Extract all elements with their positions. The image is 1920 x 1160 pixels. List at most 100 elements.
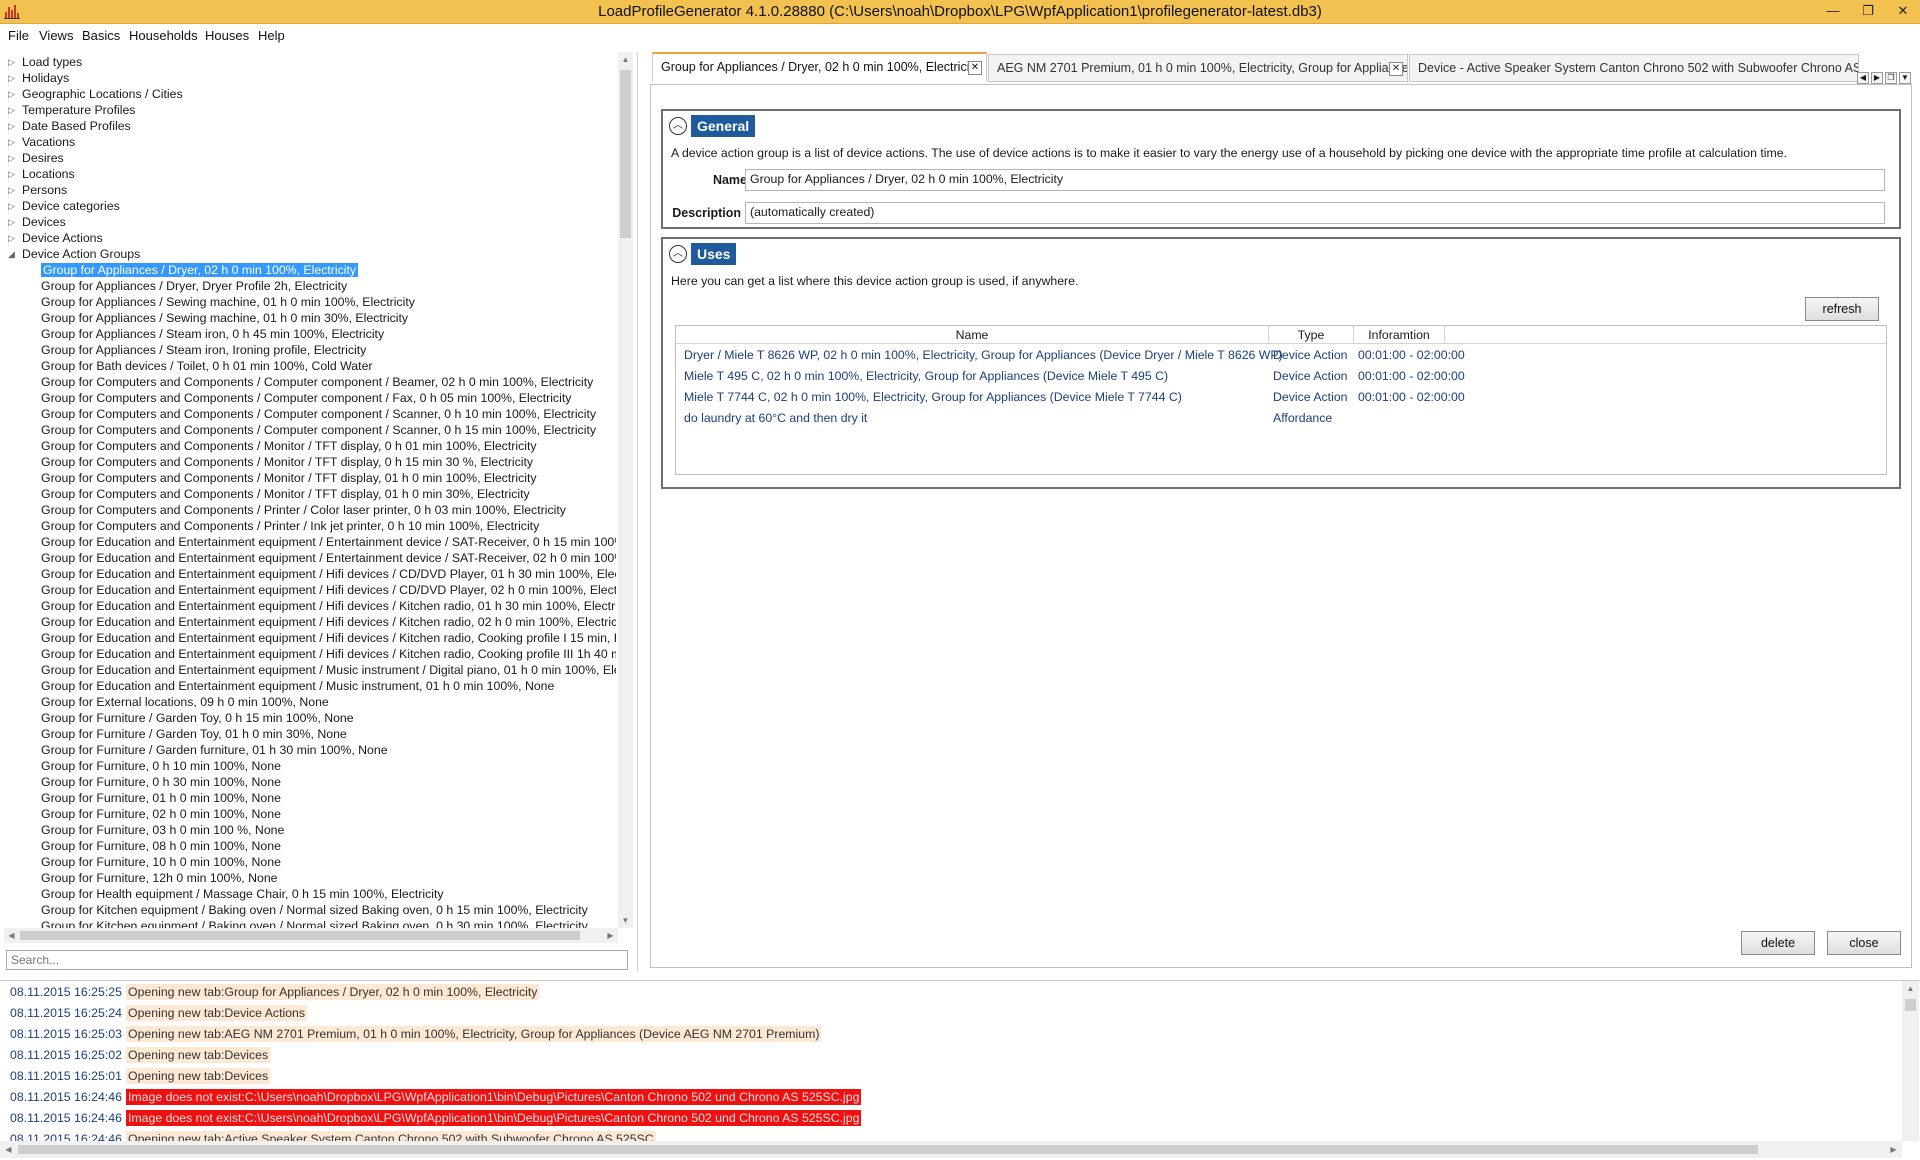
tree-child-item[interactable]: Group for Education and Entertainment eq… [4, 582, 616, 598]
menu-basics[interactable]: Basics [82, 28, 120, 43]
tree-child-item[interactable]: Group for External locations, 09 h 0 min… [4, 694, 616, 710]
tree-child-item[interactable]: Group for Computers and Components / Mon… [4, 486, 616, 502]
maximize-button[interactable]: ❐ [1853, 1, 1883, 21]
expand-arrow-icon[interactable]: ▷ [8, 230, 15, 246]
collapse-icon[interactable]: ︿ [669, 117, 687, 135]
table-row[interactable]: do laundry at 60°C and then dry it Afford… [676, 409, 1886, 429]
description-field[interactable]: (automatically created) [745, 202, 1885, 224]
tree-child-item[interactable]: Group for Computers and Components / Mon… [4, 470, 616, 486]
tree-child-item[interactable]: Group for Furniture, 08 h 0 min 100%, No… [4, 838, 616, 854]
menu-help[interactable]: Help [258, 28, 285, 43]
tree-item[interactable]: ▷ Desires [4, 150, 616, 166]
expand-arrow-icon[interactable]: ▷ [8, 150, 15, 166]
tree-item[interactable]: ▷ Device Actions [4, 230, 616, 246]
scrollbar-thumb[interactable] [620, 70, 631, 238]
name-field[interactable]: Group for Appliances / Dryer, 02 h 0 min… [745, 169, 1885, 191]
tree-child-item[interactable]: Group for Furniture, 02 h 0 min 100%, No… [4, 806, 616, 822]
expand-arrow-icon[interactable]: ▷ [8, 118, 15, 134]
table-row[interactable]: Miele T 7744 C, 02 h 0 min 100%, Electri… [676, 388, 1886, 408]
tree-child-item[interactable]: Group for Appliances / Steam iron, 0 h 4… [4, 326, 616, 342]
collapse-arrow-icon[interactable]: ◢ [8, 246, 15, 262]
scroll-left-icon[interactable]: ◀ [1, 1142, 16, 1157]
tree-child-item[interactable]: Group for Appliances / Dryer, 02 h 0 min… [4, 262, 616, 278]
scroll-up-icon[interactable]: ▲ [1903, 981, 1918, 996]
scrollbar-thumb[interactable] [1905, 999, 1916, 1011]
tree-child-item[interactable]: Group for Appliances / Steam iron, Ironi… [4, 342, 616, 358]
tree-child-item[interactable]: Group for Furniture, 12h 0 min 100%, Non… [4, 870, 616, 886]
tree-child-item[interactable]: Group for Computers and Components / Com… [4, 422, 616, 438]
tree-child-item[interactable]: Group for Furniture, 01 h 0 min 100%, No… [4, 790, 616, 806]
expand-arrow-icon[interactable]: ▷ [8, 182, 15, 198]
expand-arrow-icon[interactable]: ▷ [8, 134, 15, 150]
tree-child-item[interactable]: Group for Furniture / Garden Toy, 0 h 15… [4, 710, 616, 726]
log-horizontal-scrollbar[interactable]: ◀ ▶ [0, 1141, 1902, 1158]
tab-device-action-group[interactable]: Group for Appliances / Dryer, 02 h 0 min… [652, 52, 987, 82]
tree-child-item[interactable]: Group for Furniture, 10 h 0 min 100%, No… [4, 854, 616, 870]
close-icon[interactable]: ✕ [1389, 62, 1403, 76]
tree-child-item[interactable]: Group for Computers and Components / Pri… [4, 502, 616, 518]
expand-arrow-icon[interactable]: ▷ [8, 102, 15, 118]
tree-child-item[interactable]: Group for Bath devices / Toilet, 0 h 01 … [4, 358, 616, 374]
table-row[interactable]: Dryer / Miele T 8626 WP, 02 h 0 min 100%… [676, 346, 1886, 366]
tree-item[interactable]: ▷ Temperature Profiles [4, 102, 616, 118]
tree-child-item[interactable]: Group for Education and Entertainment eq… [4, 646, 616, 662]
tree-child-item[interactable]: Group for Furniture / Garden Toy, 01 h 0… [4, 726, 616, 742]
tree-child-item[interactable]: Group for Health equipment / Massage Cha… [4, 886, 616, 902]
expand-arrow-icon[interactable]: ▷ [8, 70, 15, 86]
menu-houses[interactable]: Houses [205, 28, 249, 43]
scroll-down-icon[interactable]: ▼ [618, 913, 633, 928]
scrollbar-thumb[interactable] [20, 931, 580, 940]
tree-child-item[interactable]: Group for Furniture, 03 h 0 min 100 %, N… [4, 822, 616, 838]
tree-child-item[interactable]: Group for Education and Entertainment eq… [4, 630, 616, 646]
tree-child-item[interactable]: Group for Appliances / Dryer, Dryer Prof… [4, 278, 616, 294]
expand-arrow-icon[interactable]: ▷ [8, 166, 15, 182]
scroll-right-icon[interactable]: ▶ [603, 928, 618, 943]
tree-child-item[interactable]: Group for Furniture, 0 h 10 min 100%, No… [4, 758, 616, 774]
tree-item[interactable]: ▷ Date Based Profiles [4, 118, 616, 134]
tab-device[interactable]: Device - Active Speaker System Canton Ch… [1409, 54, 1859, 82]
tree-item[interactable]: ▷ Geographic Locations / Cities [4, 86, 616, 102]
tree-child-item[interactable]: Group for Education and Entertainment eq… [4, 678, 616, 694]
expand-arrow-icon[interactable]: ▷ [8, 214, 15, 230]
tree-item[interactable]: ▷ Persons [4, 182, 616, 198]
menu-file[interactable]: File [8, 28, 29, 43]
column-divider[interactable] [1444, 326, 1445, 344]
menu-households[interactable]: Households [129, 28, 198, 43]
column-header-name[interactable]: Name [676, 328, 1268, 342]
scrollbar-thumb[interactable] [18, 1145, 1758, 1154]
tree-item[interactable]: ▷ Load types [4, 54, 616, 70]
delete-button[interactable]: delete [1741, 931, 1815, 955]
tree-horizontal-scrollbar[interactable]: ◀ ▶ [4, 928, 618, 943]
navigation-tree[interactable]: ▷ Load types ▷ Holidays ▷ Geographic Location… [4, 54, 616, 930]
table-row[interactable]: Miele T 495 C, 02 h 0 min 100%, Electric… [676, 367, 1886, 387]
tab-dropdown-icon[interactable]: ▼ [1899, 72, 1911, 84]
search-input[interactable] [6, 950, 628, 970]
scroll-right-icon[interactable]: ▶ [1886, 1142, 1901, 1157]
tree-child-item[interactable]: Group for Education and Entertainment eq… [4, 534, 616, 550]
tree-child-item[interactable]: Group for Appliances / Sewing machine, 0… [4, 294, 616, 310]
collapse-icon[interactable]: ︿ [669, 245, 687, 263]
tree-child-item[interactable]: Group for Computers and Components / Pri… [4, 518, 616, 534]
tree-child-item[interactable]: Group for Computers and Components / Com… [4, 390, 616, 406]
expand-arrow-icon[interactable]: ▷ [8, 198, 15, 214]
tree-child-item[interactable]: Group for Education and Entertainment eq… [4, 614, 616, 630]
menu-views[interactable]: Views [39, 28, 73, 43]
scroll-up-icon[interactable]: ▲ [618, 52, 633, 67]
scroll-left-icon[interactable]: ◀ [4, 928, 19, 943]
tree-child-item[interactable]: Group for Computers and Components / Mon… [4, 438, 616, 454]
tree-child-item[interactable]: Group for Appliances / Sewing machine, 0… [4, 310, 616, 326]
expand-arrow-icon[interactable]: ▷ [8, 54, 15, 70]
tree-child-item[interactable]: Group for Computers and Components / Com… [4, 406, 616, 422]
tree-child-item[interactable]: Group for Computers and Components / Mon… [4, 454, 616, 470]
close-icon[interactable]: ✕ [968, 61, 982, 75]
tab-scroll-left-icon[interactable]: ◀ [1857, 72, 1869, 84]
tree-child-item[interactable]: Group for Education and Entertainment eq… [4, 550, 616, 566]
minimize-button[interactable]: — [1818, 1, 1848, 21]
tab-scroll-right-icon[interactable]: ▶ [1871, 72, 1883, 84]
tree-item[interactable]: ▷ Device categories [4, 198, 616, 214]
tree-item[interactable]: ▷ Vacations [4, 134, 616, 150]
tree-child-item[interactable]: Group for Furniture, 0 h 30 min 100%, No… [4, 774, 616, 790]
refresh-button[interactable]: refresh [1805, 297, 1879, 321]
close-window-button[interactable]: ✕ [1888, 1, 1918, 21]
expand-arrow-icon[interactable]: ▷ [8, 86, 15, 102]
